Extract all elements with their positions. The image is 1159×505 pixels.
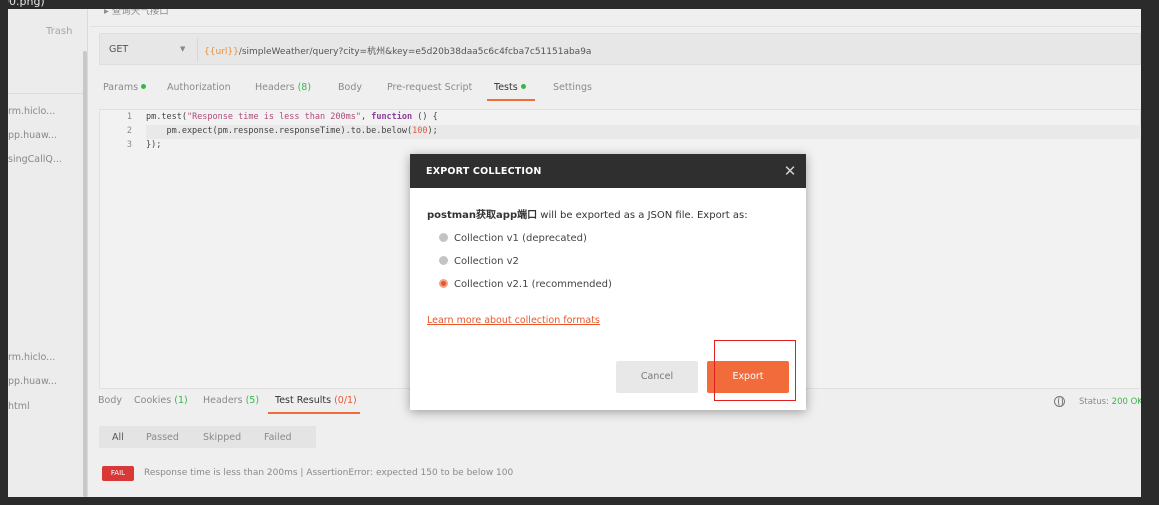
- tab-test-results[interactable]: Test Results (0/1): [275, 395, 357, 406]
- method-divider: [197, 38, 198, 62]
- dialog-description: postman获取app端口 will be exported as a JSO…: [427, 206, 748, 221]
- code-line: 3});: [100, 140, 161, 154]
- tab-label: Headers: [255, 82, 295, 93]
- code-token: });: [146, 140, 162, 150]
- radio-button[interactable]: [439, 256, 448, 265]
- tab-authorization[interactable]: Authorization: [167, 82, 231, 93]
- response-status: Status: 200 OK: [1079, 397, 1143, 407]
- dialog-header: EXPORT COLLECTION ✕: [410, 154, 806, 188]
- sidebar-item[interactable]: html: [8, 401, 84, 412]
- filter-skipped[interactable]: Skipped: [203, 432, 241, 443]
- screenshot-border-left: [0, 0, 8, 505]
- url-input[interactable]: {{url}}/simpleWeather/query?city=杭州&key=…: [204, 44, 591, 57]
- tab-headers[interactable]: Headers (8): [255, 82, 311, 93]
- filter-all[interactable]: All: [112, 432, 124, 443]
- option-collection-v2-1[interactable]: Collection v2.1 (recommended): [439, 279, 612, 293]
- sidebar-item[interactable]: pp.huaw...: [8, 130, 84, 141]
- tab-params[interactable]: Params: [103, 82, 147, 93]
- option-label: Collection v1 (deprecated): [454, 233, 587, 244]
- sidebar-divider: [8, 93, 88, 94]
- option-label: Collection v2.1 (recommended): [454, 279, 612, 290]
- radio-button[interactable]: [439, 233, 448, 242]
- tab-label: Test Results: [275, 395, 332, 406]
- line-number: 3: [126, 140, 132, 150]
- code-number: 100: [412, 126, 428, 136]
- dialog-title: EXPORT COLLECTION: [426, 166, 542, 177]
- status-label: Status:: [1079, 397, 1109, 407]
- tab-response-body[interactable]: Body: [98, 395, 122, 406]
- tab-label: Params: [103, 82, 139, 93]
- code-line: 1 pm.test("Response time is less than 200…: [100, 112, 438, 126]
- option-label: Collection v2: [454, 256, 519, 267]
- globe-icon[interactable]: [1054, 396, 1065, 407]
- code-token: ,: [360, 112, 372, 122]
- code-token: () {: [412, 112, 438, 122]
- indicator-dot-icon: [520, 84, 526, 89]
- tab-count: (1): [174, 395, 188, 406]
- sidebar-item[interactable]: rm.hiclo...: [8, 106, 84, 117]
- url-bar: GET ▼ {{url}}/simpleWeather/query?city=杭…: [99, 33, 1141, 65]
- code-line: 2 pm.expect(pm.response.responseTime).to…: [100, 126, 438, 140]
- screenshot-border-top: 00.png): [0, 0, 1159, 9]
- close-icon[interactable]: ✕: [780, 161, 800, 181]
- tab-count: (5): [245, 395, 260, 406]
- indicator-dot-icon: [141, 84, 147, 89]
- cancel-button[interactable]: Cancel: [616, 361, 698, 393]
- screenshot-caption: 00.png): [2, 0, 45, 8]
- tab-prerequest-script[interactable]: Pre-request Script: [387, 82, 472, 93]
- line-number: 2: [126, 126, 132, 136]
- learn-more-link[interactable]: Learn more about collection formats: [427, 315, 600, 326]
- annotation-highlight-box: [714, 340, 796, 401]
- collection-name: postman获取app端口: [427, 210, 538, 221]
- tab-settings[interactable]: Settings: [553, 82, 592, 93]
- method-select[interactable]: GET: [109, 44, 128, 55]
- active-tab-underline: [268, 412, 360, 414]
- active-tab-underline: [487, 99, 535, 101]
- tab-label: Cookies: [134, 395, 172, 406]
- sidebar-item[interactable]: rm.hiclo...: [8, 352, 84, 363]
- url-path: /simpleWeather/query?city=杭州&key=e5d20b3…: [238, 47, 592, 57]
- fail-badge: FAIL: [102, 466, 134, 481]
- code-token: );: [427, 126, 438, 136]
- code-token: pm.test(: [146, 112, 187, 122]
- option-collection-v2[interactable]: Collection v2: [439, 256, 519, 270]
- description-text: will be exported as a JSON file. Export …: [537, 210, 748, 221]
- screenshot-border-bottom: [0, 497, 1159, 505]
- tab-count: (8): [297, 82, 312, 93]
- filter-passed[interactable]: Passed: [146, 432, 179, 443]
- breadcrumb-bar: ▸ 查询天气接口: [90, 6, 1141, 27]
- tab-response-headers[interactable]: Headers (5): [203, 395, 259, 406]
- tab-cookies[interactable]: Cookies (1): [134, 395, 188, 406]
- code-token: pm.expect(pm.response.responseTime).to.b…: [146, 126, 413, 136]
- tab-body[interactable]: Body: [338, 82, 362, 93]
- sidebar-trash-tab[interactable]: Trash: [46, 26, 72, 37]
- line-number: 1: [126, 112, 132, 122]
- tab-count: (0/1): [334, 395, 357, 406]
- chevron-down-icon[interactable]: ▼: [180, 45, 185, 53]
- test-results-filter: All Passed Skipped Failed: [99, 426, 316, 448]
- screenshot-border-right: [1141, 0, 1159, 505]
- option-collection-v1[interactable]: Collection v1 (deprecated): [439, 233, 587, 247]
- test-result-message: Response time is less than 200ms | Asser…: [144, 468, 514, 478]
- filter-failed[interactable]: Failed: [264, 432, 292, 443]
- code-string: "Response time is less than 200ms": [186, 112, 361, 122]
- sidebar-item[interactable]: singCallQ...: [8, 154, 84, 165]
- sidebar-scrollbar[interactable]: [83, 51, 87, 497]
- sidebar-item[interactable]: pp.huaw...: [8, 376, 84, 387]
- code-keyword: function: [371, 112, 413, 122]
- tab-tests[interactable]: Tests: [494, 82, 526, 93]
- url-variable: {{url}}: [204, 47, 239, 57]
- status-value: 200 OK: [1111, 397, 1143, 407]
- sidebar: Trash rm.hiclo... pp.huaw... singCallQ..…: [8, 9, 88, 497]
- tab-label: Tests: [494, 82, 518, 93]
- radio-button-selected[interactable]: [439, 279, 448, 288]
- tab-label: Headers: [203, 395, 243, 406]
